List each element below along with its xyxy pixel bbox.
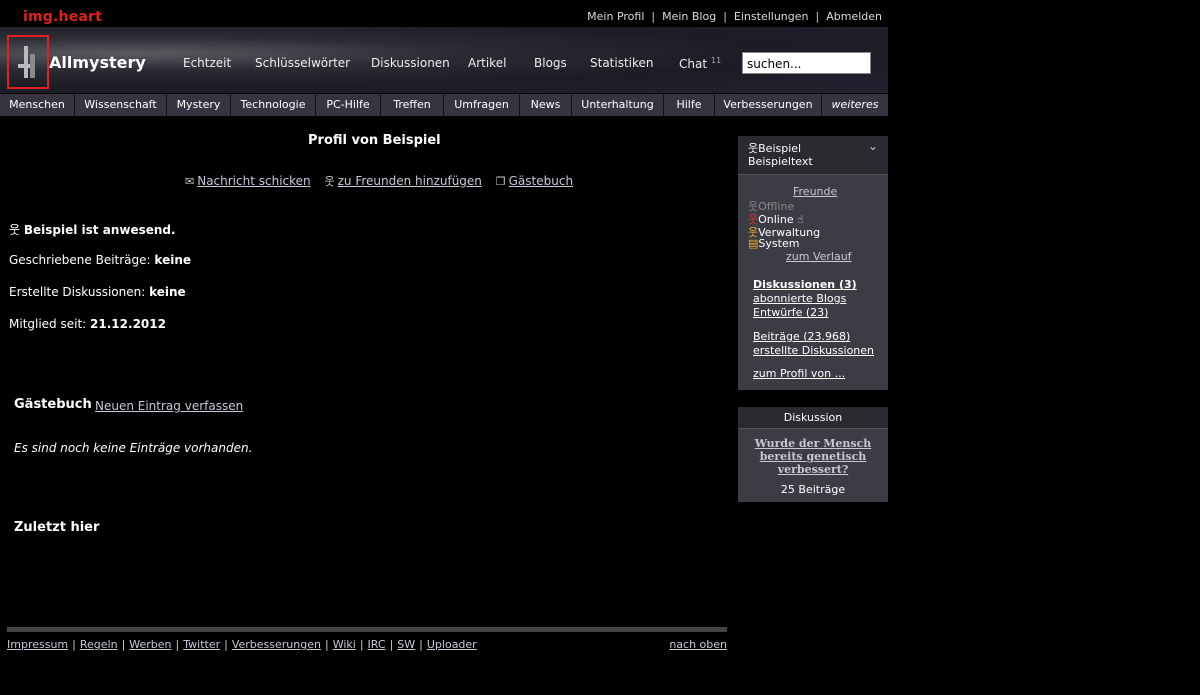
account-links: Mein Profil | Mein Blog | Einstellungen | Abme… <box>587 10 882 23</box>
user-sidebar: 웃Beispiel Beispieltext ⌄ Freunde 웃Offlin… <box>738 136 888 390</box>
back-to-top-link[interactable]: nach oben <box>669 638 727 651</box>
footer-sw[interactable]: SW <box>397 638 415 651</box>
guestbook-empty-text: Es sind noch keine Einträge vorhanden. <box>14 441 253 455</box>
discussion-post-count: 25 Beiträge <box>780 483 846 496</box>
nav-chat[interactable]: Chat 11 <box>679 56 721 71</box>
category-nav: Menschen Wissenschaft Mystery Technologi… <box>0 94 888 116</box>
footer-uploader[interactable]: Uploader <box>427 638 477 651</box>
tab-mystery[interactable]: Mystery <box>167 94 231 116</box>
user-icon: 웃 <box>324 175 335 188</box>
nav-chat-label: Chat <box>679 57 708 71</box>
user-icon: 웃 <box>748 142 759 155</box>
tab-hilfe[interactable]: Hilfe <box>664 94 715 116</box>
logo[interactable] <box>7 35 49 89</box>
tab-menschen[interactable]: Menschen <box>0 94 75 116</box>
presence-status: 웃 Beispiel ist anwesend. <box>9 223 176 237</box>
top-bar: Mein Profil | Mein Blog | Einstellungen | Abme… <box>0 8 888 26</box>
sidebar-user-text: Beispieltext <box>748 155 813 168</box>
subscribed-blogs-link[interactable]: abonnierte Blogs <box>753 292 846 305</box>
last-here-title: Zuletzt hier <box>14 520 100 535</box>
chevron-down-icon[interactable]: ⌄ <box>868 139 878 153</box>
tab-pc-hilfe[interactable]: PC-Hilfe <box>316 94 381 116</box>
nav-schluesselwoerter[interactable]: Schlüsselwörter <box>255 56 350 70</box>
nav-statistiken[interactable]: Statistiken <box>590 56 654 70</box>
nav-blogs[interactable]: Blogs <box>534 56 567 70</box>
discussion-link[interactable]: Wurde der Mensch bereits genetisch verbe… <box>748 437 878 476</box>
footer-regeln[interactable]: Regeln <box>80 638 118 651</box>
speech-bubble-icon: ❐ <box>495 175 506 188</box>
profile-of-link[interactable]: zum Profil von ... <box>753 367 845 380</box>
tab-wissenschaft[interactable]: Wissenschaft <box>75 94 167 116</box>
footer-twitter[interactable]: Twitter <box>183 638 220 651</box>
footer: Impressum | Regeln | Werben | Twitter | Verbesse… <box>7 638 727 651</box>
settings-link[interactable]: Einstellungen <box>734 10 809 23</box>
chat-count-badge: 11 <box>711 56 722 65</box>
footer-irc[interactable]: IRC <box>368 638 386 651</box>
logout-link[interactable]: Abmelden <box>826 10 882 23</box>
new-entry-link[interactable]: Neuen Eintrag verfassen <box>95 399 243 413</box>
footer-wiki[interactable]: Wiki <box>333 638 356 651</box>
posts-count: Geschriebene Beiträge: keine <box>9 253 191 267</box>
site-name[interactable]: Allmystery <box>49 53 146 72</box>
system-status: ▤System <box>748 237 800 250</box>
my-blog-link[interactable]: Mein Blog <box>662 10 716 23</box>
tab-unterhaltung[interactable]: Unterhaltung <box>572 94 664 116</box>
guestbook-link[interactable]: Gästebuch <box>509 174 573 188</box>
sidebar-username: Beispiel <box>758 142 802 155</box>
my-profile-link[interactable]: Mein Profil <box>587 10 644 23</box>
envelope-icon: ✉ <box>185 175 195 188</box>
tab-treffen[interactable]: Treffen <box>381 94 444 116</box>
profile-actions: ✉ Nachricht schicken 웃 zu Freunden hinzufü… <box>185 173 583 189</box>
add-friend-link[interactable]: zu Freunden hinzufügen <box>338 174 482 188</box>
tab-weiteres[interactable]: weiteres <box>822 94 888 116</box>
discussion-sidebar: Diskussion Wurde der Mensch bereits gene… <box>738 407 888 502</box>
send-message-link[interactable]: Nachricht schicken <box>197 174 310 188</box>
tab-umfragen[interactable]: Umfragen <box>444 94 520 116</box>
footer-divider <box>7 627 727 632</box>
guestbook-title: Gästebuch <box>14 397 92 412</box>
friends-link[interactable]: Freunde <box>793 185 837 198</box>
drafts-link[interactable]: Entwürfe (23) <box>753 306 828 319</box>
site-header: Allmystery Echtzeit Schlüsselwörter Disk… <box>0 27 888 93</box>
footer-werben[interactable]: Werben <box>129 638 171 651</box>
tab-verbesserungen[interactable]: Verbesserungen <box>715 94 822 116</box>
logo-icon <box>18 46 38 78</box>
discussions-link[interactable]: Diskussionen (3) <box>753 278 857 291</box>
footer-verbesserungen[interactable]: Verbesserungen <box>232 638 321 651</box>
page-title: Profil von Beispiel <box>308 133 441 148</box>
user-sidebar-header[interactable]: 웃Beispiel Beispieltext ⌄ <box>738 136 888 175</box>
discussions-count: Erstellte Diskussionen: keine <box>9 285 186 299</box>
search-input[interactable]: suchen... <box>742 52 871 74</box>
nav-artikel[interactable]: Artikel <box>468 56 506 70</box>
server-icon: ▤ <box>748 237 759 250</box>
member-since: Mitglied seit: 21.12.2012 <box>9 317 166 331</box>
created-discussions-link[interactable]: erstellte Diskussionen <box>753 344 874 357</box>
nav-diskussionen[interactable]: Diskussionen <box>371 56 450 70</box>
discussion-sidebar-title: Diskussion <box>738 407 888 429</box>
user-icon: 웃 <box>9 223 21 237</box>
history-link[interactable]: zum Verlauf <box>786 250 852 263</box>
nav-echtzeit[interactable]: Echtzeit <box>183 56 231 70</box>
footer-impressum[interactable]: Impressum <box>7 638 68 651</box>
tab-news[interactable]: News <box>520 94 572 116</box>
tab-technologie[interactable]: Technologie <box>231 94 316 116</box>
posts-link[interactable]: Beiträge (23.968) <box>753 330 850 343</box>
